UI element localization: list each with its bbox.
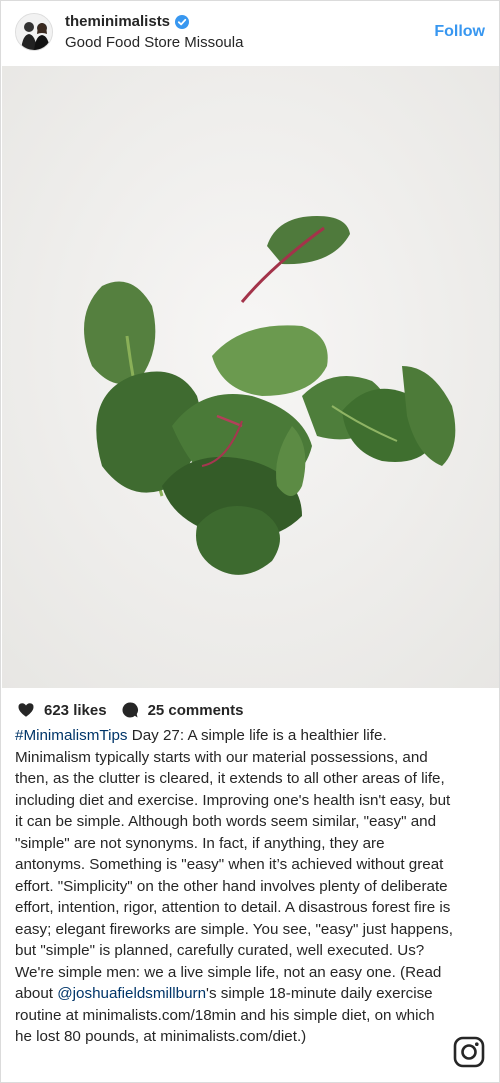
post-caption: #MinimalismTips Day 27: A simple life is… (15, 725, 455, 1048)
comment-icon[interactable] (121, 701, 139, 719)
comments-count[interactable]: 25 comments (148, 702, 244, 719)
post-photo[interactable] (2, 66, 499, 688)
hashtag-link[interactable]: #MinimalismTips (15, 727, 128, 744)
follow-button[interactable]: Follow (434, 23, 485, 41)
instagram-embed-card: theminimalists Good Food Store Missoula … (0, 0, 500, 1083)
verified-badge-icon (175, 14, 190, 29)
avatar[interactable] (15, 13, 53, 51)
post-header: theminimalists Good Food Store Missoula … (1, 1, 499, 65)
username-row: theminimalists (65, 13, 190, 30)
mention-link[interactable]: @joshuafieldsmillburn (57, 985, 206, 1002)
likes-count[interactable]: 623 likes (44, 702, 107, 719)
post-stats: 623 likes 25 comments (17, 701, 243, 719)
heart-icon[interactable] (17, 701, 35, 719)
location-label[interactable]: Good Food Store Missoula (65, 34, 243, 51)
caption-text-1: Day 27: A simple life is a healthier lif… (15, 727, 453, 1002)
instagram-logo-icon[interactable] (453, 1036, 485, 1068)
username[interactable]: theminimalists (65, 13, 170, 30)
